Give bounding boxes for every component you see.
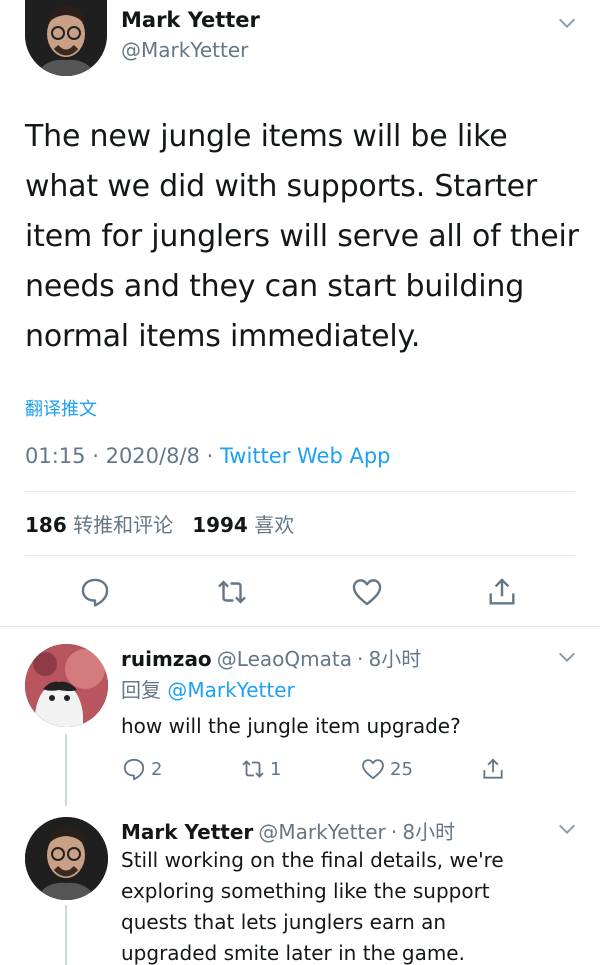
mention-link[interactable]: @MarkYetter xyxy=(167,678,294,702)
chevron-down-icon[interactable] xyxy=(556,818,578,840)
reply-button[interactable]: 2 xyxy=(121,756,162,782)
like-icon xyxy=(362,759,384,780)
chevron-down-icon[interactable] xyxy=(556,12,578,34)
like-count: 25 xyxy=(390,758,413,780)
avatar-image xyxy=(25,817,108,900)
tweet-time: 01:15 xyxy=(25,444,86,468)
like-count[interactable]: 1994 xyxy=(192,513,248,537)
meta-separator: · xyxy=(92,444,106,468)
author-name[interactable]: Mark Yetter xyxy=(121,8,260,32)
reply-time[interactable]: 8小时 xyxy=(402,820,455,844)
author-avatar[interactable] xyxy=(25,0,107,76)
like-button[interactable]: 25 xyxy=(360,756,413,782)
meta-separator: · xyxy=(206,444,220,468)
meta-separator: · xyxy=(357,647,364,671)
reply-icon[interactable] xyxy=(78,575,112,609)
retweet-count[interactable]: 186 xyxy=(25,513,67,537)
reply-time[interactable]: 8小时 xyxy=(369,647,422,671)
reply-author-handle[interactable]: @LeaoQmata xyxy=(217,647,352,671)
divider xyxy=(25,555,575,556)
chevron-down-icon[interactable] xyxy=(556,646,578,668)
reply-text-line: upgraded smite later in the game. xyxy=(121,941,465,965)
share-icon xyxy=(483,758,503,779)
tweet-text-line: item for junglers will serve all of thei… xyxy=(25,219,579,254)
translate-tweet-link[interactable]: 翻译推文 xyxy=(25,395,97,421)
share-icon[interactable] xyxy=(485,575,519,609)
retweet-label[interactable]: 转推和评论 xyxy=(73,513,173,537)
tweet-stats: 186 转推和评论 1994 喜欢 xyxy=(25,509,294,538)
divider xyxy=(25,491,575,492)
reply-header: ruimzao @LeaoQmata · 8小时 xyxy=(121,643,421,672)
reply-text-line: Still working on the final details, we'r… xyxy=(121,848,504,872)
retweet-button[interactable]: 1 xyxy=(240,756,281,782)
reply-author-name[interactable]: Mark Yetter xyxy=(121,820,253,844)
reply-text: Still working on the final details, we'r… xyxy=(121,845,504,965)
author-handle[interactable]: @MarkYetter xyxy=(121,38,248,62)
reply-avatar[interactable] xyxy=(25,644,108,727)
retweet-count: 1 xyxy=(270,758,282,780)
tweet-date[interactable]: 2020/8/8 xyxy=(106,444,200,468)
tweet-text-line: The new jungle items will be like xyxy=(25,119,508,154)
reply-prefix: 回复 xyxy=(121,678,161,702)
meta-separator: · xyxy=(390,820,398,844)
reply-header: Mark Yetter @MarkYetter · 8小时 xyxy=(121,816,455,845)
reply-text: how will the jungle item upgrade? xyxy=(121,714,461,738)
share-button[interactable] xyxy=(480,756,506,782)
reply-avatar[interactable] xyxy=(25,817,108,900)
reply-author-name[interactable]: ruimzao xyxy=(121,647,212,671)
reply-text-line: quests that lets junglers earn an xyxy=(121,910,447,934)
divider xyxy=(0,626,600,627)
avatar-image xyxy=(25,644,108,727)
tweet-text: The new jungle items will be like what w… xyxy=(25,112,585,362)
tweet-meta: 01:15 · 2020/8/8 · Twitter Web App xyxy=(25,444,391,468)
reply-author-handle[interactable]: @MarkYetter xyxy=(258,820,385,844)
like-icon[interactable] xyxy=(350,575,384,609)
reply-text-line: exploring something like the support xyxy=(121,879,490,903)
tweet-text-line: needs and they can start building xyxy=(25,269,525,304)
tweet-text-line: normal items immediately. xyxy=(25,319,421,354)
like-label[interactable]: 喜欢 xyxy=(254,513,294,537)
thread-line xyxy=(65,905,67,965)
tweet-source-link[interactable]: Twitter Web App xyxy=(220,444,391,468)
retweet-icon xyxy=(242,760,264,778)
reply-icon xyxy=(123,758,145,781)
reply-count: 2 xyxy=(151,758,163,780)
avatar-image xyxy=(25,0,107,76)
tweet-text-line: what we did with supports. Starter xyxy=(25,169,538,204)
replying-to: 回复 @MarkYetter xyxy=(121,674,295,703)
thread-line xyxy=(65,734,67,806)
retweet-icon[interactable] xyxy=(215,575,249,609)
